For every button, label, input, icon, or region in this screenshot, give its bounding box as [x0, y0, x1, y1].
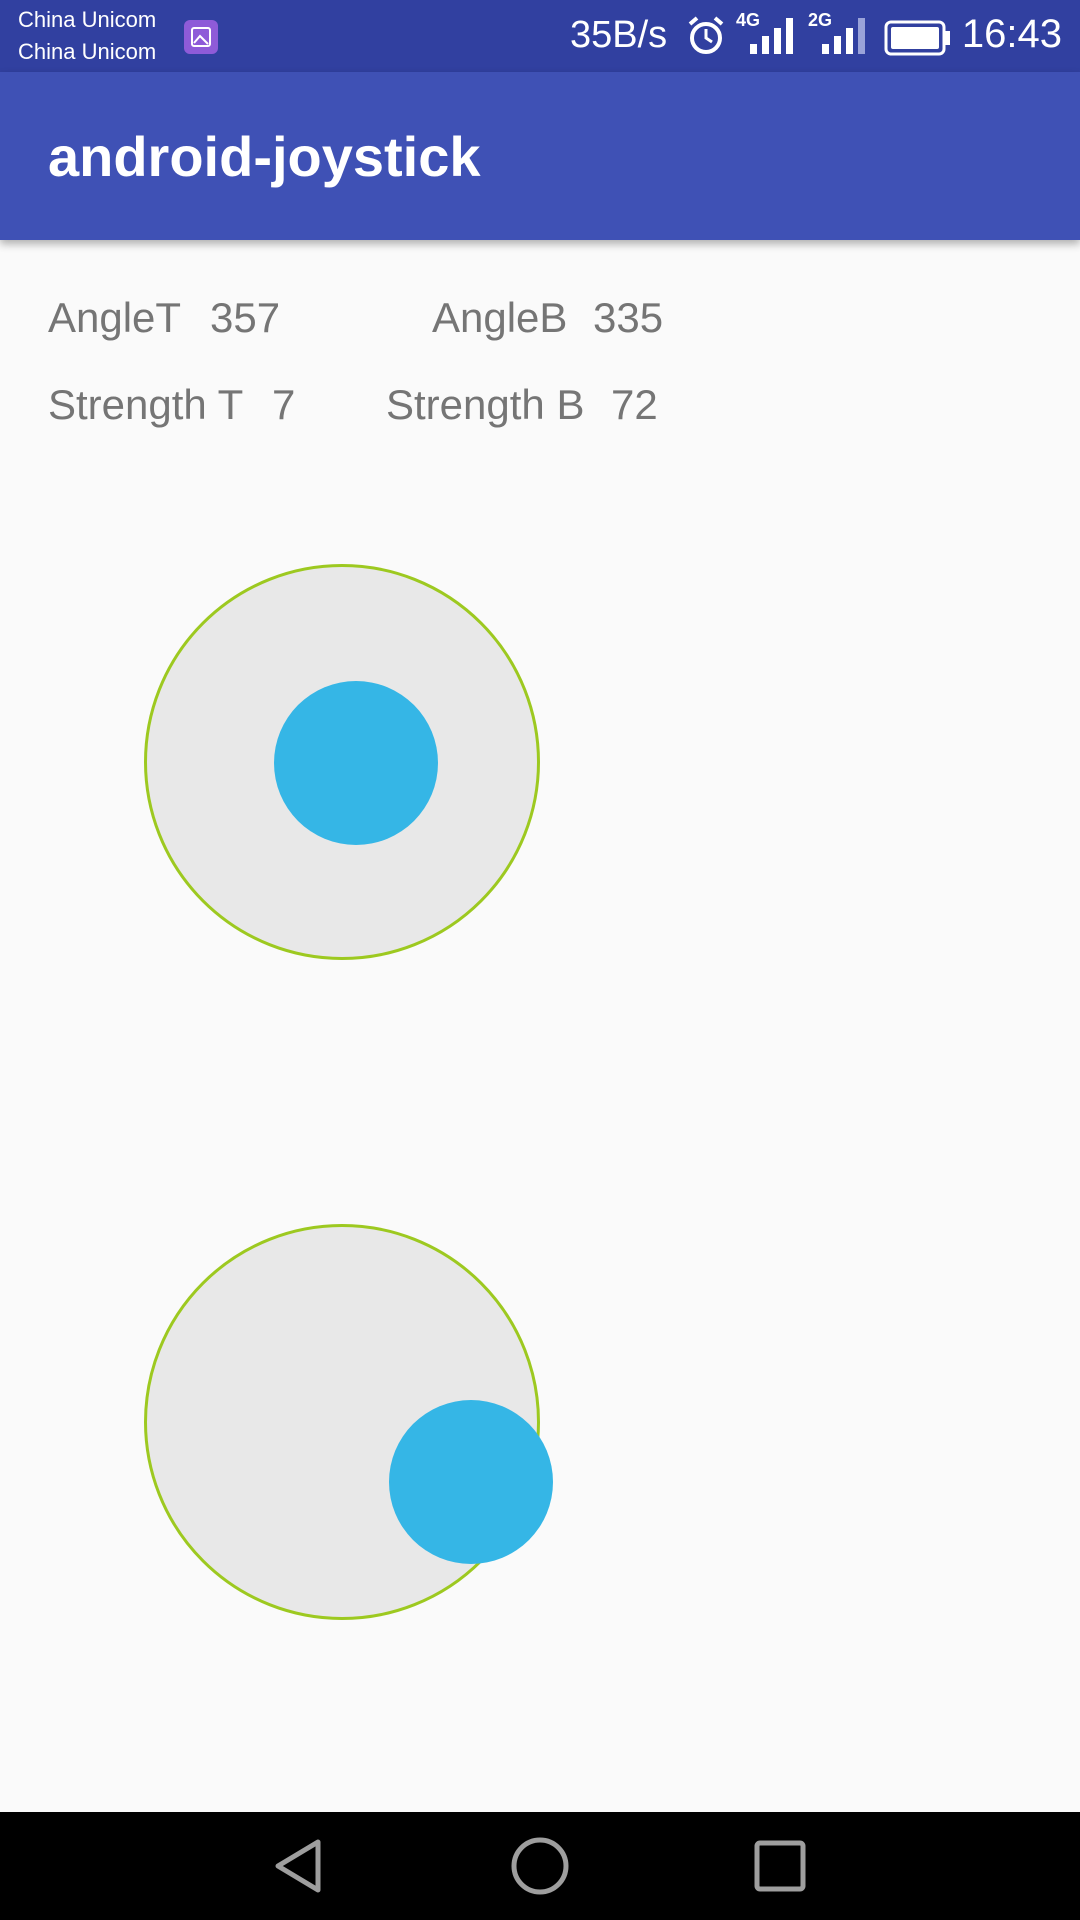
- network-speed: 35B/s: [570, 14, 668, 56]
- joystick-bottom-knob[interactable]: [389, 1400, 554, 1565]
- carrier-2: China Unicom: [18, 39, 157, 64]
- angle-top-value: 357: [210, 294, 281, 341]
- alarm-icon: [686, 14, 726, 62]
- home-button[interactable]: [508, 1834, 572, 1898]
- battery-icon: [884, 20, 952, 60]
- back-icon: [275, 1839, 321, 1893]
- status-bar: China Unicom China Unicom 35B/s 4G 2G 16…: [0, 0, 1080, 72]
- strength-top-label: Strength T: [48, 381, 244, 428]
- signal-2g-icon: 2G: [808, 8, 870, 62]
- strength-bottom-label: Strength B: [386, 381, 585, 428]
- carrier-1: China Unicom: [18, 7, 157, 32]
- recents-button[interactable]: [748, 1834, 812, 1898]
- recents-icon: [754, 1840, 806, 1892]
- angle-bottom-label: AngleB: [432, 294, 568, 341]
- angle-bottom-value: 335: [593, 294, 664, 341]
- network-2-label: 2G: [808, 10, 832, 30]
- joystick-top-knob[interactable]: [273, 680, 438, 845]
- home-icon: [511, 1837, 569, 1895]
- angle-top-label: AngleT: [48, 294, 182, 341]
- app-title: android-joystick: [48, 125, 481, 188]
- image-notification-icon: [184, 20, 218, 54]
- app-bar: android-joystick: [0, 72, 1080, 240]
- clock: 16:43: [961, 12, 1062, 56]
- back-button[interactable]: [268, 1834, 332, 1898]
- navigation-bar: [0, 1812, 1080, 1920]
- strength-top-value: 7: [272, 381, 296, 428]
- network-1-label: 4G: [736, 10, 760, 30]
- strength-bottom-value: 72: [611, 381, 658, 428]
- signal-4g-icon: 4G: [736, 8, 798, 62]
